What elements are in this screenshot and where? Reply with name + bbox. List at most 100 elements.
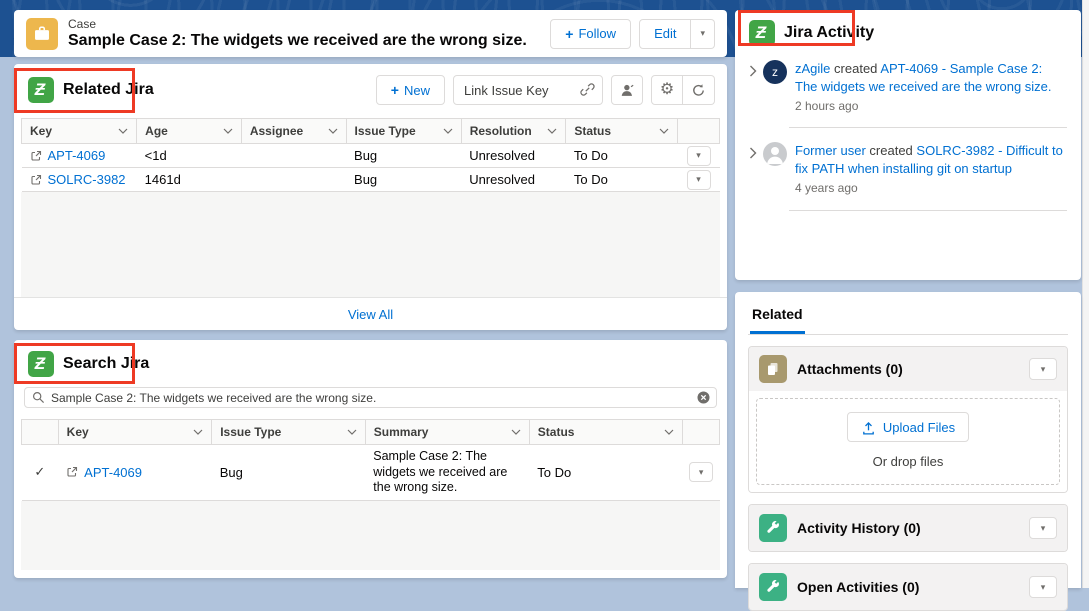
status-cell: To Do: [529, 445, 683, 501]
column-header-status[interactable]: Status: [566, 119, 678, 144]
card-actions-button[interactable]: ▾: [1029, 517, 1057, 539]
new-issue-button[interactable]: + New: [376, 75, 445, 105]
chevron-down-icon: [328, 128, 338, 134]
drop-files-hint: Or drop files: [757, 454, 1059, 469]
column-header-age[interactable]: Age: [137, 119, 242, 144]
zagile-icon: Ƶ: [28, 77, 54, 103]
related-jira-table: Key Age Assignee Issue Type Resolution S…: [21, 118, 720, 192]
avatar: [763, 142, 787, 166]
clear-search-icon[interactable]: [697, 391, 710, 404]
column-header-key[interactable]: Key: [22, 119, 137, 144]
column-header-resolution[interactable]: Resolution: [461, 119, 566, 144]
issue-key-link[interactable]: APT-4069: [84, 465, 142, 480]
column-header-actions: [683, 420, 720, 445]
issue-key-link[interactable]: APT-4069: [48, 148, 106, 163]
assign-user-button[interactable]: [611, 75, 643, 105]
wrench-icon: [765, 579, 781, 595]
case-highlight-panel: Case Sample Case 2: The widgets we recei…: [14, 10, 727, 57]
follow-button[interactable]: + Follow: [550, 19, 631, 49]
view-all-link[interactable]: View All: [348, 307, 393, 322]
chevron-down-icon: [193, 429, 203, 435]
expand-chevron-right-icon[interactable]: [749, 65, 757, 114]
search-jira-title: Search Jira: [63, 355, 149, 373]
edit-button[interactable]: Edit: [639, 19, 691, 49]
external-link-icon: [66, 466, 78, 478]
settings-button[interactable]: ⚙: [651, 75, 683, 105]
jira-activity-title: Jira Activity: [784, 24, 874, 42]
chevron-down-icon: ▾: [1041, 524, 1046, 533]
chevron-down-icon: [511, 429, 521, 435]
attachments-card: Attachments (0) ▾ Upload Files Or drop f…: [748, 346, 1068, 493]
tab-related[interactable]: Related: [750, 304, 805, 334]
issue-key-link[interactable]: SOLRC-3982: [48, 172, 126, 187]
chevron-down-icon: [223, 128, 233, 134]
activity-history-icon: [759, 514, 787, 542]
actor-link[interactable]: Former user: [795, 143, 866, 158]
attachments-title: Attachments (0): [797, 361, 1019, 377]
card-actions-button[interactable]: ▾: [1029, 358, 1057, 380]
briefcase-icon: [33, 25, 51, 43]
summary-cell: Sample Case 2: The widgets we received a…: [365, 445, 529, 501]
activity-history-card: Activity History (0) ▾: [748, 504, 1068, 552]
card-actions-button[interactable]: ▾: [1029, 576, 1057, 598]
column-header-summary[interactable]: Summary: [365, 420, 529, 445]
age-cell: <1d: [137, 144, 242, 168]
related-jira-title: Related Jira: [63, 81, 154, 99]
assignee-cell: [241, 144, 346, 168]
issue-type-cell: Bug: [212, 445, 366, 501]
plus-icon: +: [391, 83, 399, 97]
entity-label: Case: [68, 17, 550, 31]
scrollbar[interactable]: [1082, 0, 1089, 588]
chevron-down-icon: [347, 429, 357, 435]
external-link-icon: [30, 174, 42, 186]
edit-dropdown-button[interactable]: ▾: [691, 19, 715, 49]
activity-timestamp: 4 years ago: [795, 180, 1067, 196]
column-header-select: [22, 420, 59, 445]
attachments-icon: [759, 355, 787, 383]
row-actions-button[interactable]: ▾: [689, 462, 713, 482]
chevron-down-icon: ▾: [700, 29, 705, 38]
plus-icon: +: [565, 27, 573, 41]
upload-files-button[interactable]: Upload Files: [847, 412, 969, 442]
chevron-down-icon: ▾: [699, 468, 704, 477]
assignee-cell: [241, 168, 346, 192]
expand-chevron-right-icon[interactable]: [749, 147, 757, 196]
chevron-down-icon: [664, 429, 674, 435]
row-actions-button[interactable]: ▾: [687, 146, 711, 166]
column-header-issue-type[interactable]: Issue Type: [346, 119, 461, 144]
open-activities-title: Open Activities (0): [797, 579, 1019, 595]
activity-item: z zAgile created APT-4069 - Sample Case …: [749, 60, 1067, 114]
column-header-key[interactable]: Key: [58, 420, 212, 445]
wrench-icon: [765, 520, 781, 536]
refresh-button[interactable]: [683, 75, 715, 105]
column-header-status[interactable]: Status: [529, 420, 683, 445]
issue-type-cell: Bug: [346, 144, 461, 168]
chevron-down-icon: ▾: [696, 151, 701, 160]
link-icon: [580, 82, 595, 97]
table-row: APT-4069 <1d Bug Unresolved To Do ▾: [22, 144, 720, 168]
gear-icon: ⚙: [660, 82, 674, 98]
column-header-issue-type[interactable]: Issue Type: [212, 420, 366, 445]
file-dropzone[interactable]: Upload Files Or drop files: [756, 398, 1060, 485]
refresh-icon: [691, 83, 706, 98]
actor-link[interactable]: zAgile: [795, 61, 830, 76]
open-activities-card: Open Activities (0) ▾: [748, 563, 1068, 611]
status-cell: To Do: [566, 168, 678, 192]
activity-item: Former user created SOLRC-3982 - Difficu…: [749, 142, 1067, 196]
divider: [789, 210, 1067, 211]
case-icon: [26, 18, 58, 50]
chevron-down-icon: [443, 128, 453, 134]
external-link-icon: [30, 150, 42, 162]
table-row: SOLRC-3982 1461d Bug Unresolved To Do ▾: [22, 168, 720, 192]
age-cell: 1461d: [137, 168, 242, 192]
chevron-down-icon: [118, 128, 128, 134]
column-header-assignee[interactable]: Assignee: [241, 119, 346, 144]
chevron-down-icon: ▾: [1041, 365, 1046, 374]
search-input[interactable]: [24, 387, 717, 408]
row-actions-button[interactable]: ▾: [687, 170, 711, 190]
selected-check-icon[interactable]: ✓: [22, 445, 59, 501]
related-jira-panel: Ƶ Related Jira + New: [14, 64, 727, 330]
avatar: z: [763, 60, 787, 84]
search-icon: [32, 391, 45, 404]
chevron-down-icon: [659, 128, 669, 134]
